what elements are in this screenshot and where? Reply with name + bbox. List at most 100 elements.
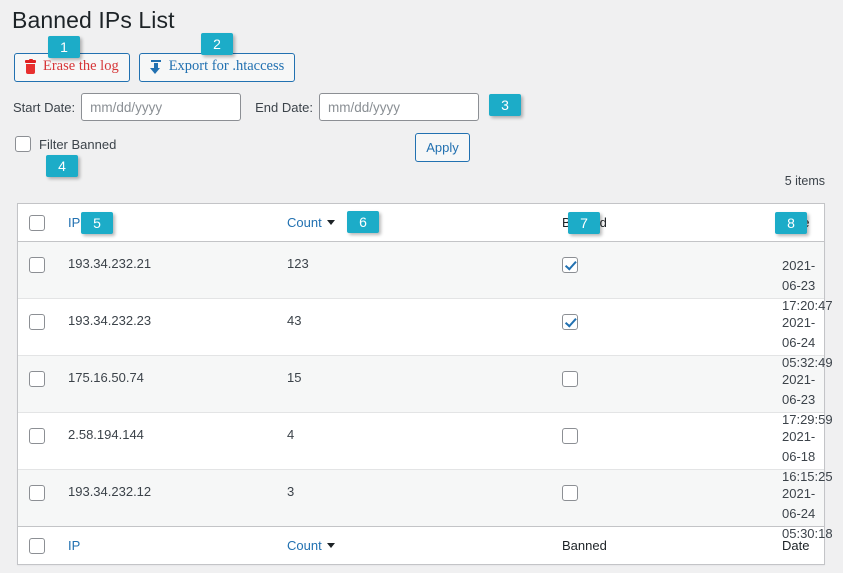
banned-ips-table: IP Count Banned Date 193.34.232.21 123 202… <box>18 204 833 564</box>
row-banned-checkbox[interactable] <box>562 428 578 444</box>
row-count-cell: 43 <box>276 298 498 356</box>
apply-button[interactable]: Apply <box>415 133 470 162</box>
row-banned-checkbox[interactable] <box>562 314 578 330</box>
date-filter-row: Start Date: End Date: <box>13 93 479 121</box>
row-select-checkbox[interactable] <box>29 314 45 330</box>
annotation-badge-1: 1 <box>48 36 80 58</box>
download-icon <box>150 60 162 74</box>
footer-header-ip[interactable]: IP <box>54 526 276 564</box>
row-date-value: 2021-06-23 <box>782 258 816 294</box>
filter-banned-label: Filter Banned <box>39 136 117 152</box>
table-row: 2.58.194.144 4 2021-06-18 16:15:25 <box>18 412 833 484</box>
annotation-badge-7: 7 <box>568 212 600 234</box>
erase-the-log-label: Erase the log <box>43 58 119 75</box>
footer-sort-descending-icon <box>326 543 335 548</box>
row-select-cell[interactable] <box>18 298 54 356</box>
table-body: 193.34.232.21 123 2021-06-23 17:20:47 193.34… <box>18 241 833 541</box>
row-ip-cell: 193.34.232.12 <box>54 470 276 527</box>
row-select-cell[interactable] <box>18 470 54 527</box>
row-date-cell: 2021-06-23 17:20:47 <box>720 241 833 313</box>
table-head: IP Count Banned Date <box>18 204 824 242</box>
export-for-htaccess-label: Export for .htaccess <box>168 58 285 75</box>
column-header-banned: Banned <box>498 204 720 242</box>
row-select-cell[interactable] <box>18 412 54 470</box>
row-ip-cell: 175.16.50.74 <box>54 355 276 413</box>
export-for-htaccess-button[interactable]: Export for .htaccess <box>138 53 296 82</box>
row-banned-cell[interactable] <box>498 298 720 356</box>
footer-header-date-label: Date <box>782 538 810 553</box>
page-title: Banned IPs List <box>12 7 175 33</box>
footer-header-count-link[interactable]: Count <box>287 538 322 553</box>
row-date-value: 2021-06-24 <box>782 315 816 351</box>
row-count-value: 15 <box>287 370 302 385</box>
row-ip-cell: 2.58.194.144 <box>54 412 276 470</box>
table-row: 193.34.232.21 123 2021-06-23 17:20:47 <box>18 241 833 313</box>
banned-ips-table-container: IP Count Banned Date 193.34.232.21 123 202… <box>17 203 833 565</box>
row-banned-checkbox[interactable] <box>562 257 578 273</box>
annotation-badge-2: 2 <box>201 33 233 55</box>
footer-header-banned-label: Banned <box>562 538 607 553</box>
row-banned-checkbox[interactable] <box>562 485 578 501</box>
row-banned-cell[interactable] <box>498 241 720 299</box>
footer-select-all[interactable] <box>18 526 54 564</box>
row-date-value: 2021-06-23 <box>782 372 816 408</box>
table-footer-row: IP Count Banned Date <box>18 526 824 564</box>
row-count-cell: 3 <box>276 470 498 527</box>
footer-header-count[interactable]: Count <box>276 526 498 564</box>
footer-header-ip-link[interactable]: IP <box>68 538 80 553</box>
annotation-badge-8: 8 <box>775 212 807 234</box>
annotation-badge-6: 6 <box>347 211 379 233</box>
row-date-value: 2021-06-18 <box>782 429 816 465</box>
sort-descending-icon <box>326 220 335 225</box>
row-count-cell: 123 <box>276 241 498 299</box>
trash-icon <box>25 58 36 74</box>
end-date-input[interactable] <box>318 93 479 121</box>
table-foot: IP Count Banned Date <box>18 526 824 564</box>
end-date-label: End Date: <box>255 99 313 115</box>
start-date-label: Start Date: <box>13 99 76 115</box>
footer-header-banned: Banned <box>498 526 720 564</box>
row-select-cell[interactable] <box>18 241 54 299</box>
row-ip-cell: 193.34.232.23 <box>54 298 276 356</box>
column-header-date: Date <box>720 204 824 242</box>
row-banned-checkbox[interactable] <box>562 371 578 387</box>
table-row: 175.16.50.74 15 2021-06-23 17:29:59 <box>18 355 833 427</box>
row-count-value: 43 <box>287 313 302 328</box>
footer-header-date: Date <box>720 526 824 564</box>
column-header-count[interactable]: Count <box>276 204 498 242</box>
row-select-checkbox[interactable] <box>29 257 45 273</box>
select-all-checkbox[interactable] <box>29 214 45 231</box>
column-header-count-link[interactable]: Count <box>287 215 322 230</box>
row-ip-value: 193.34.232.23 <box>68 313 152 328</box>
row-select-checkbox[interactable] <box>29 428 45 444</box>
table-row: 193.34.232.12 3 2021-06-24 05:30:18 <box>18 469 833 541</box>
row-count-cell: 15 <box>276 355 498 413</box>
column-header-select-all[interactable] <box>18 204 54 242</box>
annotation-badge-4: 4 <box>46 155 78 177</box>
row-ip-value: 193.34.232.21 <box>68 256 152 271</box>
row-banned-cell[interactable] <box>498 470 720 527</box>
row-select-cell[interactable] <box>18 355 54 413</box>
annotation-badge-5: 5 <box>81 212 113 234</box>
table-header-row: IP Count Banned Date <box>18 204 824 242</box>
row-count-value: 3 <box>287 484 295 499</box>
row-select-checkbox[interactable] <box>29 371 45 387</box>
row-count-value: 123 <box>287 256 309 271</box>
filter-banned-checkbox[interactable] <box>15 136 31 152</box>
table-row: 193.34.232.23 43 2021-06-24 05:32:49 <box>18 298 833 370</box>
row-ip-value: 175.16.50.74 <box>68 370 144 385</box>
items-count: 5 items <box>784 174 825 188</box>
row-banned-cell[interactable] <box>498 412 720 470</box>
row-ip-value: 2.58.194.144 <box>68 427 144 442</box>
column-header-ip-link[interactable]: IP <box>68 215 80 230</box>
row-count-value: 4 <box>287 427 295 442</box>
footer-select-all-checkbox[interactable] <box>29 537 45 554</box>
row-ip-value: 193.34.232.12 <box>68 484 152 499</box>
annotation-badge-3: 3 <box>489 94 521 116</box>
row-banned-cell[interactable] <box>498 355 720 413</box>
start-date-input[interactable] <box>81 93 242 121</box>
filter-banned-row[interactable]: Filter Banned <box>15 136 116 152</box>
row-ip-cell: 193.34.232.21 <box>54 241 276 299</box>
row-count-cell: 4 <box>276 412 498 470</box>
row-select-checkbox[interactable] <box>29 485 45 501</box>
